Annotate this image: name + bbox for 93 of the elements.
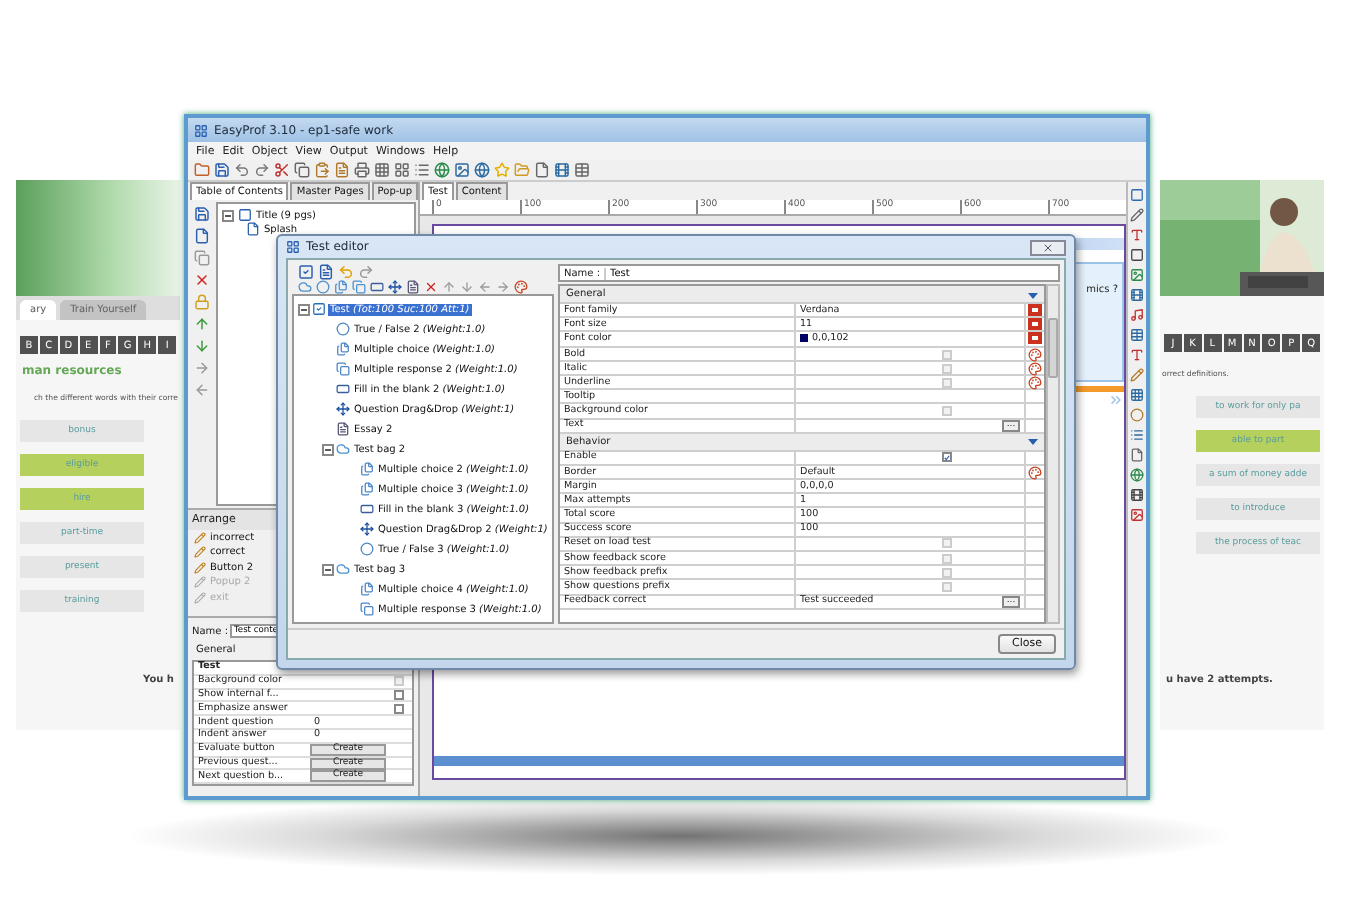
reset-icon[interactable] [1028, 318, 1042, 331]
film-icon[interactable] [1130, 288, 1144, 302]
folder-icon[interactable] [194, 162, 210, 178]
document-icon[interactable] [334, 162, 350, 178]
table-icon[interactable] [574, 162, 590, 178]
chevrons-icon [1108, 392, 1124, 408]
documents-icon [360, 482, 374, 496]
copy-icon[interactable] [294, 162, 310, 178]
grid-icon[interactable] [374, 162, 390, 178]
close-button[interactable] [1030, 239, 1066, 255]
drag-icon[interactable] [388, 280, 402, 294]
scrollbar[interactable] [1046, 284, 1060, 624]
pencil-icon[interactable] [1130, 208, 1144, 222]
pencil-icon[interactable] [1130, 368, 1144, 382]
arrow-left-icon[interactable] [478, 280, 492, 294]
cloud-icon [336, 562, 350, 576]
collapse-icon[interactable] [322, 563, 334, 575]
reset-icon[interactable] [1028, 332, 1042, 345]
documents-icon[interactable] [334, 280, 348, 294]
checkbox[interactable] [394, 689, 404, 700]
list-icon[interactable] [1130, 428, 1144, 442]
circle-icon[interactable] [316, 280, 330, 294]
printer-icon[interactable] [354, 162, 370, 178]
close-icon [1042, 241, 1054, 253]
app-icon [286, 240, 300, 254]
delete-icon[interactable] [194, 272, 210, 288]
grid-icon[interactable] [1130, 388, 1144, 402]
arrow-up-icon[interactable] [194, 316, 210, 332]
drag-icon [336, 402, 350, 416]
undo-icon[interactable] [234, 162, 250, 178]
cloud-icon [336, 442, 350, 456]
collapse-icon[interactable] [322, 443, 334, 455]
document-icon [336, 422, 350, 436]
field-icon [360, 502, 374, 516]
documents-icon [360, 462, 374, 476]
image-icon[interactable] [1130, 268, 1144, 282]
save-icon[interactable] [214, 162, 230, 178]
circle-icon [336, 322, 350, 336]
checkbox[interactable] [942, 452, 952, 463]
documents-icon [336, 362, 350, 376]
globe-icon[interactable] [1130, 468, 1144, 482]
save-icon[interactable] [194, 206, 210, 222]
circle-icon[interactable] [1130, 408, 1144, 422]
table-icon[interactable] [1130, 328, 1144, 342]
collapse-icon[interactable] [222, 209, 234, 221]
checklist-icon[interactable] [298, 264, 314, 280]
document-icon[interactable] [406, 280, 420, 294]
checklist-icon [312, 302, 326, 316]
reset-icon[interactable] [1028, 304, 1042, 317]
documents-icon [360, 602, 374, 616]
documents-icon [336, 342, 350, 356]
arrow-down-icon[interactable] [194, 338, 210, 354]
collapse-icon[interactable] [1028, 436, 1038, 447]
square-icon[interactable] [1130, 248, 1144, 262]
star-icon[interactable] [494, 162, 510, 178]
documents-icon[interactable] [352, 280, 366, 294]
collapse-icon[interactable] [1028, 289, 1038, 299]
arrow-up-icon[interactable] [442, 280, 456, 294]
delete-icon[interactable] [424, 280, 438, 294]
redo-icon[interactable] [254, 162, 270, 178]
cloud-icon[interactable] [298, 280, 312, 294]
image-icon[interactable] [454, 162, 470, 178]
layout-icon[interactable] [394, 162, 410, 178]
file-icon[interactable] [1130, 448, 1144, 462]
arrow-down-icon[interactable] [460, 280, 474, 294]
file-icon[interactable] [194, 228, 210, 244]
paste-icon[interactable] [314, 162, 330, 178]
arrow-right-icon[interactable] [496, 280, 510, 294]
field-icon [336, 382, 350, 396]
redo-icon[interactable] [358, 264, 374, 280]
globe-icon[interactable] [474, 162, 490, 178]
file-icon[interactable] [534, 162, 550, 178]
drag-icon [360, 522, 374, 536]
circle-icon [360, 542, 374, 556]
list-icon[interactable] [414, 162, 430, 178]
music-icon[interactable] [1130, 308, 1144, 322]
palette-icon[interactable] [514, 280, 528, 294]
globe-icon[interactable] [434, 162, 450, 178]
collapse-icon[interactable] [298, 303, 310, 315]
documents-icon [360, 582, 374, 596]
film-icon[interactable] [1130, 488, 1144, 502]
app-icon [194, 123, 208, 137]
cut-icon[interactable] [274, 162, 290, 178]
field-icon[interactable] [370, 280, 384, 294]
document-icon[interactable] [318, 264, 334, 280]
image-icon[interactable] [1130, 508, 1144, 522]
film-icon[interactable] [554, 162, 570, 178]
palette-icon[interactable] [1028, 465, 1042, 480]
checkbox[interactable] [394, 703, 404, 714]
text-icon[interactable] [1130, 228, 1144, 242]
square-icon[interactable] [1130, 188, 1144, 202]
text-icon[interactable] [1130, 348, 1144, 362]
copy-icon[interactable] [194, 250, 210, 266]
